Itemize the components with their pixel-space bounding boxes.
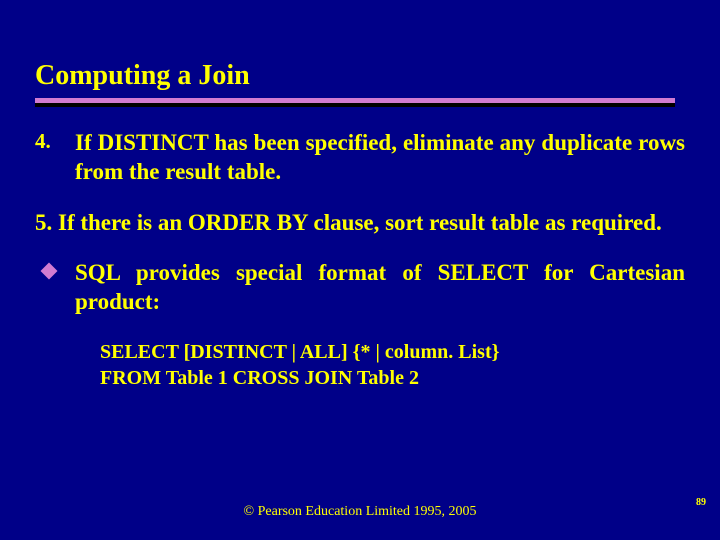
title-block: Computing a Join (35, 60, 685, 107)
list-text: If DISTINCT has been specified, eliminat… (75, 129, 685, 187)
list-text: 5. If there is an ORDER BY clause, sort … (35, 209, 680, 238)
body-list: 4. If DISTINCT has been specified, elimi… (35, 129, 685, 391)
list-item-4: 4. If DISTINCT has been specified, elimi… (35, 129, 685, 187)
code-line: SELECT [DISTINCT | ALL] {* | column. Lis… (100, 339, 685, 365)
code-block: SELECT [DISTINCT | ALL] {* | column. Lis… (100, 339, 685, 391)
page-number: 89 (696, 497, 706, 508)
footer-copyright: © Pearson Education Limited 1995, 2005 (0, 504, 720, 520)
title-underline-shadow (35, 103, 675, 107)
slide-title: Computing a Join (35, 60, 685, 98)
diamond-bullet-icon (35, 259, 75, 317)
list-item-5: 5. If there is an ORDER BY clause, sort … (35, 209, 685, 238)
diamond-icon (41, 263, 58, 280)
slide-content: Computing a Join 4. If DISTINCT has been… (0, 0, 720, 391)
list-item-bullet: SQL provides special format of SELECT fo… (35, 259, 685, 317)
list-number: 4. (35, 129, 75, 187)
list-text: SQL provides special format of SELECT fo… (75, 259, 685, 317)
code-line: FROM Table 1 CROSS JOIN Table 2 (100, 365, 685, 391)
